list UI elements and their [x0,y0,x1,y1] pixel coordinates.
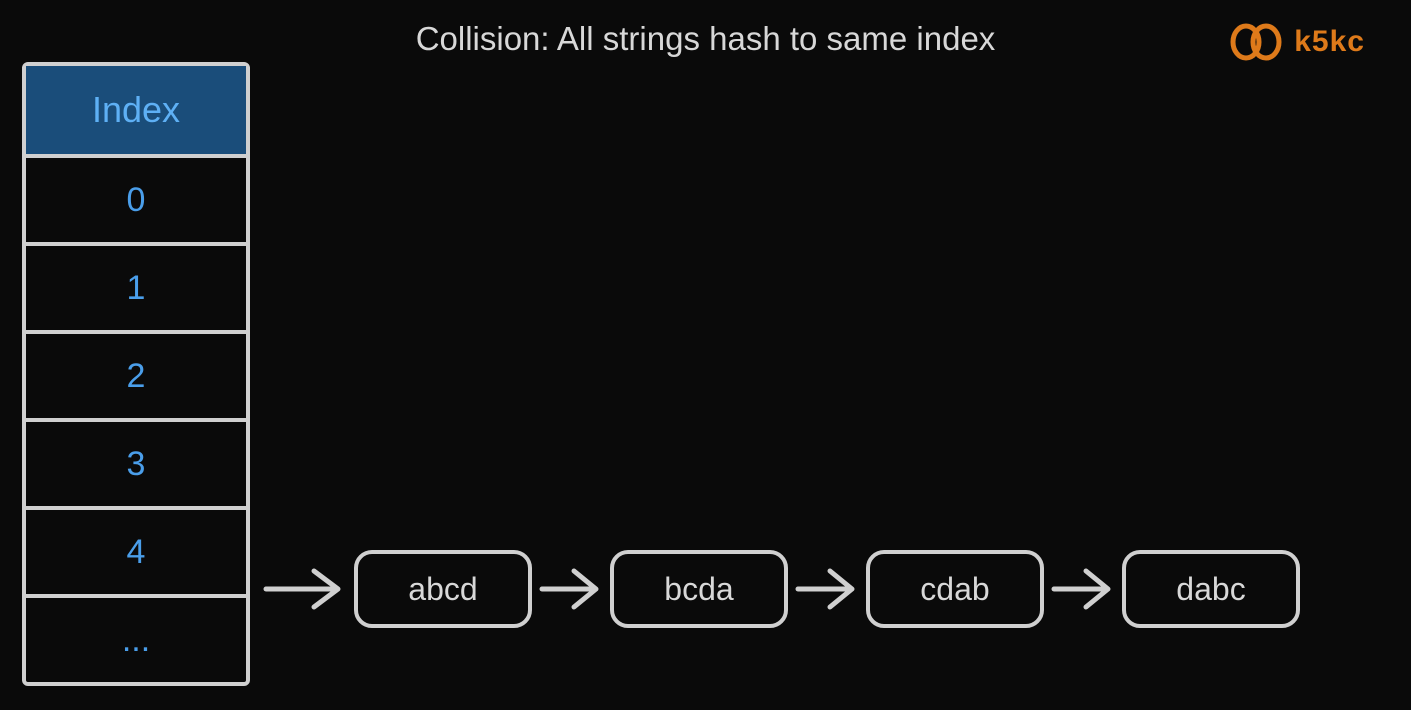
chain-node-label: dabc [1176,571,1245,608]
collision-chain: abcd bcda cdab dabc [262,550,1306,628]
brand-text: k5kc [1294,25,1365,59]
brand-watermark: k5kc [1228,22,1365,62]
hash-table: Index 0 1 2 3 4 ... [22,62,250,686]
arrow-icon [794,559,860,619]
arrow-icon [1050,559,1116,619]
arrow-icon [262,559,348,619]
table-row: 2 [26,330,246,418]
diagram-canvas: Collision: All strings hash to same inde… [0,0,1411,710]
table-row: 0 [26,154,246,242]
table-row: 3 [26,418,246,506]
brand-logo-icon [1228,22,1284,62]
table-row: 1 [26,242,246,330]
chain-node: dabc [1122,550,1300,628]
arrow-icon [538,559,604,619]
chain-node-label: cdab [920,571,989,608]
chain-node: bcda [610,550,788,628]
chain-node-label: bcda [664,571,733,608]
diagram-title: Collision: All strings hash to same inde… [416,20,996,58]
chain-node-label: abcd [408,571,477,608]
chain-node: cdab [866,550,1044,628]
table-row: ... [26,594,246,682]
table-header: Index [26,66,246,154]
chain-node: abcd [354,550,532,628]
table-row: 4 [26,506,246,594]
